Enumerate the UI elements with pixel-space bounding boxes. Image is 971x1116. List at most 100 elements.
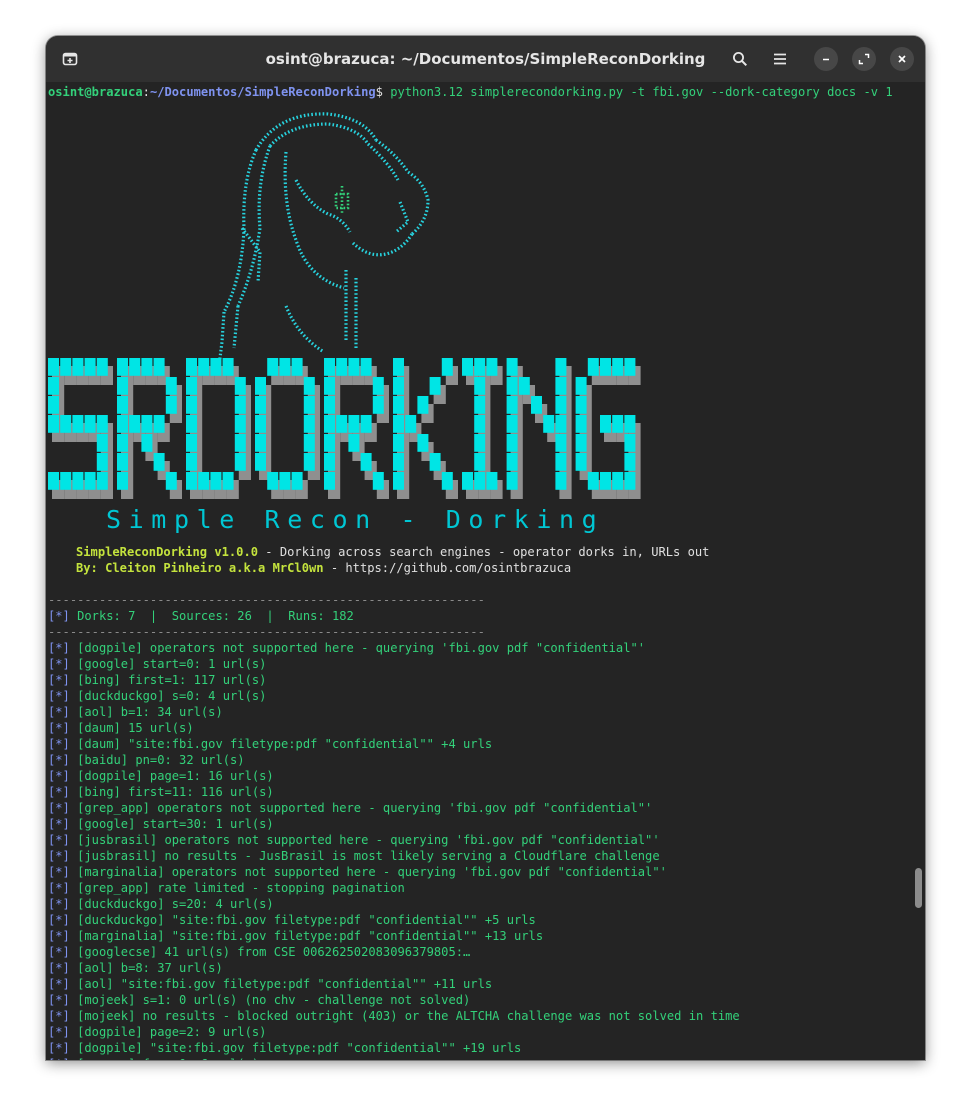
log-text: [dogpile] "site:fbi.gov filetype:pdf "co… (69, 1041, 522, 1055)
log-text: [baidu] pn=0: 32 url(s) (69, 753, 245, 767)
log-marker: [*] (48, 1041, 70, 1055)
new-tab-icon (62, 52, 78, 66)
log-line: [*] [marginalia] operators not supported… (48, 864, 667, 880)
log-marker: [*] (48, 721, 70, 735)
close-icon (898, 55, 906, 63)
close-button[interactable] (890, 47, 914, 71)
log-text: [duckduckgo] s=0: 4 url(s) (69, 689, 267, 703)
log-line: [*] [google] start=0: 1 url(s) (48, 656, 266, 672)
log-text: [dogpile] operators not supported here -… (69, 641, 646, 655)
minimize-button[interactable] (814, 47, 838, 71)
log-line: [*] [duckduckgo] "site:fbi.gov filetype:… (48, 912, 536, 928)
summary-marker: [*] (48, 609, 70, 623)
log-line: [*] [dogpile] "site:fbi.gov filetype:pdf… (48, 1040, 521, 1056)
log-marker: [*] (48, 1057, 70, 1060)
separator-top: ----------------------------------------… (48, 593, 485, 607)
banner-author: By: Cleiton Pinheiro a.k.a MrCl0wn (76, 561, 324, 575)
log-line: [*] [grep_app] rate limited - stopping p… (48, 880, 405, 896)
log-line: [*] [duckduckgo] s=20: 4 url(s) (48, 896, 274, 912)
banner-author-line: By: Cleiton Pinheiro a.k.a MrCl0wn - htt… (76, 560, 571, 576)
log-line: [*] [google] start=30: 1 url(s) (48, 816, 274, 832)
log-text: [dogpile] page=2: 9 url(s) (69, 1025, 267, 1039)
log-text: [google] start=0: 1 url(s) (69, 657, 267, 671)
log-text: [dogpile] page=1: 16 url(s) (69, 769, 274, 783)
log-marker: [*] (48, 993, 70, 1007)
terminal-output[interactable]: osint@brazuca:~/Documentos/SimpleReconDo… (46, 82, 912, 1060)
log-text: [duckduckgo] "site:fbi.gov filetype:pdf … (69, 913, 536, 927)
log-marker: [*] (48, 817, 70, 831)
log-line: [*] [mojeek] s=1: 0 url(s) (no chv - cha… (48, 992, 470, 1008)
log-marker: [*] (48, 913, 70, 927)
search-icon (733, 52, 748, 67)
summary-line: [*] Dorks: 7 | Sources: 26 | Runs: 182 (48, 608, 354, 624)
new-tab-button[interactable] (56, 45, 84, 73)
maximize-icon (858, 53, 870, 65)
log-marker: [*] (48, 801, 70, 815)
log-marker: [*] (48, 657, 70, 671)
log-marker: [*] (48, 705, 70, 719)
log-marker: [*] (48, 897, 70, 911)
log-marker: [*] (48, 737, 70, 751)
banner-name-version: SimpleReconDorking v1.0.0 (76, 545, 259, 559)
log-line: [*] [aol] "site:fbi.gov filetype:pdf "co… (48, 976, 492, 992)
log-line: [*] [bing] first=1: 117 url(s) (48, 672, 266, 688)
log-marker: [*] (48, 689, 70, 703)
log-line: [*] [dogpile] page=1: 16 url(s) (48, 768, 274, 784)
log-text: [mojeek] no results - blocked outright (… (69, 1009, 740, 1023)
log-marker: [*] (48, 833, 70, 847)
log-text: [grep_app] operators not supported here … (69, 801, 653, 815)
log-line: [*] [daum] 15 url(s) (48, 720, 194, 736)
summary-text: Dorks: 7 | Sources: 26 | Runs: 182 (69, 609, 354, 623)
log-line: [*] [aol] b=8: 37 url(s) (48, 960, 223, 976)
log-line: [*] [daum] "site:fbi.gov filetype:pdf "c… (48, 736, 492, 752)
log-text: [marginalia] operators not supported her… (69, 865, 667, 879)
log-marker: [*] (48, 1009, 70, 1023)
title-bar: osint@brazuca: ~/Documentos/SimpleReconD… (46, 36, 925, 82)
log-marker: [*] (48, 1025, 70, 1039)
log-line: [*] [jusbrasil] operators not supported … (48, 832, 660, 848)
log-line: [*] [dogpile] page=2: 9 url(s) (48, 1024, 266, 1040)
maximize-button[interactable] (852, 47, 876, 71)
log-text: [daum] "site:fbi.gov filetype:pdf "confi… (69, 737, 493, 751)
log-text: [googlecse] 41 url(s) from CSE 006262502… (69, 945, 471, 959)
log-text: [bing] first=11: 116 url(s) (69, 785, 274, 799)
log-marker: [*] (48, 881, 70, 895)
log-text: [marginalia] "site:fbi.gov filetype:pdf … (69, 929, 544, 943)
separator-bottom: ----------------------------------------… (48, 625, 485, 639)
log-text: [jusbrasil] no results - JusBrasil is mo… (69, 849, 660, 863)
log-line: [*] [googlecse] 41 url(s) from CSE 00626… (48, 944, 470, 960)
log-marker: [*] (48, 961, 70, 975)
log-line: [*] [baidu] pn=0: 32 url(s) (48, 752, 245, 768)
log-text: [aol] b=1: 34 url(s) (69, 705, 223, 719)
log-line: [*] [aol] b=1: 34 url(s) (48, 704, 223, 720)
log-text: [duckduckgo] s=20: 4 url(s) (69, 897, 274, 911)
log-marker: [*] (48, 641, 70, 655)
log-marker: [*] (48, 753, 70, 767)
log-text: [aol] b=8: 37 url(s) (69, 961, 223, 975)
scrollbar[interactable] (912, 82, 925, 1060)
dog-ascii-art (48, 112, 641, 499)
banner-tagline: Simple Recon - Dorking (106, 505, 605, 534)
log-text: [jusbrasil] operators not supported here… (69, 833, 660, 847)
log-marker: [*] (48, 865, 70, 879)
menu-button[interactable] (765, 44, 795, 74)
log-marker: [*] (48, 929, 70, 943)
log-marker: [*] (48, 769, 70, 783)
log-marker: [*] (48, 785, 70, 799)
search-button[interactable] (725, 44, 755, 74)
log-text: [daum] 15 url(s) (69, 721, 194, 735)
log-line: [*] [jusbrasil] no results - JusBrasil i… (48, 848, 660, 864)
scrollbar-thumb[interactable] (915, 868, 922, 908)
log-line: [*] [bing] first=11: 116 url(s) (48, 784, 274, 800)
banner-url[interactable]: https://github.com/osintbrazuca (345, 561, 571, 575)
log-line: [*] [dogpile] operators not supported he… (48, 640, 645, 656)
log-line: [*] [mojeek] no results - blocked outrig… (48, 1008, 740, 1024)
banner-dash-2: - (323, 561, 346, 575)
log-text: [mojeek] s=1: 0 url(s) (no chv - challen… (69, 993, 471, 1007)
log-marker: [*] (48, 849, 70, 863)
minimize-icon (823, 58, 829, 61)
log-marker: [*] (48, 945, 70, 959)
log-text: [seznam] from=0: 6 url(s) (70, 1057, 259, 1060)
log-line: [*] [seznam] from=0: 6 url(s) (48, 1056, 259, 1060)
hamburger-menu-icon (774, 53, 786, 65)
